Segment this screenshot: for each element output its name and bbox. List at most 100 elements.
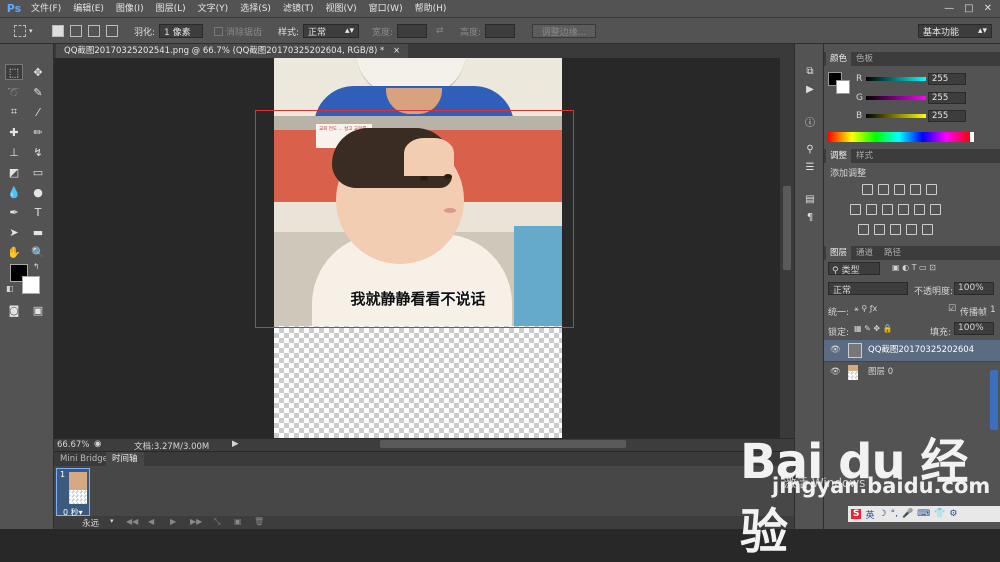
eye-icon[interactable]: 👁 (830, 362, 841, 383)
width-input[interactable] (397, 24, 428, 38)
levels-adjust-icon[interactable] (878, 184, 889, 195)
canvas-area[interactable]: 교회 전도 ... 살고 교회를 我就静静看看不说话 (54, 58, 780, 438)
tab-paths[interactable]: 路径 (880, 246, 905, 260)
layers-scrollbar[interactable] (990, 370, 998, 430)
paragraph-icon[interactable]: ¶ (803, 212, 817, 226)
mic-icon[interactable]: 🎤 (902, 509, 913, 519)
loop-select[interactable]: 永远 (82, 517, 99, 529)
gradient-tool-icon[interactable]: ▭ (29, 164, 47, 180)
background-color-swatch[interactable] (22, 276, 40, 294)
hand-tool-icon[interactable]: ✋ (5, 244, 23, 260)
menu-file[interactable]: 文件(F) (25, 0, 67, 18)
tab-layers[interactable]: 图层 (826, 246, 852, 260)
unify-icons[interactable]: ⚹ ⚲ ƒx (854, 304, 877, 314)
path-select-tool-icon[interactable]: ➤ (5, 224, 23, 240)
duplicate-frame-icon[interactable]: ▣ (234, 517, 242, 526)
exposure-adjust-icon[interactable] (910, 184, 921, 195)
dodge-tool-icon[interactable]: ● (29, 184, 47, 200)
channel-mixer-icon[interactable] (914, 204, 925, 215)
actions-play-icon[interactable]: ▶ (803, 84, 817, 98)
history-brush-tool-icon[interactable]: ↯ (29, 144, 47, 160)
height-input[interactable] (485, 24, 516, 38)
close-window-button[interactable]: ✕ (984, 3, 992, 14)
tab-adjustments[interactable]: 调整 (826, 149, 852, 163)
swap-colors-icon[interactable]: ↰ (33, 262, 40, 271)
intersect-selection-icon[interactable] (106, 25, 118, 37)
status-icon[interactable]: ◉ (94, 439, 101, 449)
brush-preset-icon[interactable]: ⚲ (803, 144, 817, 158)
propagate-checkbox[interactable]: ☑ (948, 304, 956, 314)
vertical-scrollbar[interactable] (780, 58, 794, 438)
color-spectrum[interactable] (828, 132, 970, 142)
lock-icons[interactable]: ▦ ✎ ✥ 🔒 (854, 324, 893, 333)
menu-help[interactable]: 帮助(H) (409, 0, 453, 18)
first-frame-icon[interactable]: ◀◀ (126, 517, 138, 526)
maximize-button[interactable]: □ (964, 3, 973, 14)
color-lookup-icon[interactable] (930, 204, 941, 215)
antialias-checkbox[interactable] (214, 26, 223, 36)
menu-window[interactable]: 窗口(W) (363, 0, 409, 18)
tab-mini-bridge[interactable]: Mini Bridge (54, 452, 114, 466)
tool-preset-icon[interactable]: ☰ (803, 162, 817, 176)
quick-select-tool-icon[interactable]: ✎ (29, 84, 47, 100)
menu-image[interactable]: 图像(I) (110, 0, 150, 18)
moon-icon[interactable]: ☽ (879, 509, 887, 519)
hue-adjust-icon[interactable] (850, 204, 861, 215)
filter-icons[interactable]: ▣ ◐ T ▭ ⊡ (892, 263, 936, 272)
new-selection-icon[interactable] (52, 25, 64, 37)
default-colors-icon[interactable]: ◧ (6, 284, 14, 293)
channel-g-value[interactable]: 255 (928, 92, 966, 104)
ime-lang[interactable]: 英 (865, 508, 874, 521)
animation-frame[interactable]: 1 0 秒▾ (56, 468, 90, 517)
quick-mask-icon[interactable]: ◙ (5, 302, 23, 318)
tab-color[interactable]: 颜色 (826, 52, 852, 66)
swap-icon[interactable]: ⇄ (436, 23, 444, 39)
skin-icon[interactable]: 👕 (934, 509, 945, 519)
tab-timeline[interactable]: 时间轴 (106, 452, 144, 466)
loop-dropdown-icon[interactable]: ▾ (110, 517, 114, 525)
history-icon[interactable]: ⧉ (803, 66, 817, 80)
character-icon[interactable]: ▤ (803, 194, 817, 208)
layer-filter-select[interactable]: ⚲ 类型 (828, 262, 880, 276)
workspace-select[interactable]: 基本功能 ▴▾ (918, 24, 992, 38)
brightness-adjust-icon[interactable] (862, 184, 873, 195)
posterize-icon[interactable] (874, 224, 885, 235)
channel-r-slider[interactable] (866, 77, 926, 81)
vertical-scroll-thumb[interactable] (783, 186, 791, 270)
opacity-input[interactable]: 100% (954, 282, 994, 295)
layer-row[interactable]: 👁 QQ截图20170325202604 (824, 340, 1000, 361)
tab-channels[interactable]: 通道 (852, 246, 877, 260)
delete-frame-icon[interactable]: 🗑 (254, 517, 264, 526)
crop-tool-icon[interactable]: ⌗ (5, 104, 23, 120)
eyedropper-tool-icon[interactable]: ⁄ (29, 104, 47, 120)
minimize-button[interactable]: — (944, 3, 954, 14)
zoom-tool-icon[interactable]: 🔍 (29, 244, 47, 260)
punct-icon[interactable]: °, (891, 509, 898, 519)
threshold-icon[interactable] (890, 224, 901, 235)
next-frame-icon[interactable]: ▶▶ (190, 517, 202, 526)
eye-icon[interactable]: 👁 (830, 340, 841, 361)
info-icon[interactable]: ⓘ (803, 114, 817, 129)
type-tool-icon[interactable]: T (29, 204, 47, 220)
tab-styles[interactable]: 样式 (852, 149, 877, 163)
rectangle-tool-icon[interactable]: ▬ (29, 224, 47, 240)
brush-tool-icon[interactable]: ✏ (29, 124, 47, 140)
screen-mode-icon[interactable]: ▣ (29, 302, 47, 318)
move-tool-icon[interactable]: ✥ (29, 64, 47, 80)
close-document-icon[interactable]: × (393, 46, 400, 56)
tween-icon[interactable]: ⤡ (214, 517, 220, 527)
blend-mode-select[interactable]: 正常 (828, 282, 908, 296)
feather-input[interactable]: 1 像素 (159, 24, 204, 38)
menu-select[interactable]: 选择(S) (234, 0, 277, 18)
menu-edit[interactable]: 编辑(E) (67, 0, 110, 18)
tools-icon[interactable]: ⚙ (949, 509, 957, 519)
fill-input[interactable]: 100% (954, 322, 994, 335)
menu-layer[interactable]: 图层(L) (150, 0, 192, 18)
layer-row[interactable]: 👁 图层 0 (824, 361, 1000, 382)
color-balance-icon[interactable] (866, 204, 877, 215)
add-selection-icon[interactable] (70, 25, 82, 37)
color-bg-swatch[interactable] (836, 80, 850, 94)
lasso-tool-icon[interactable]: ➰ (5, 84, 23, 100)
menu-type[interactable]: 文字(Y) (192, 0, 235, 18)
status-menu-icon[interactable]: ▶ (232, 439, 239, 449)
